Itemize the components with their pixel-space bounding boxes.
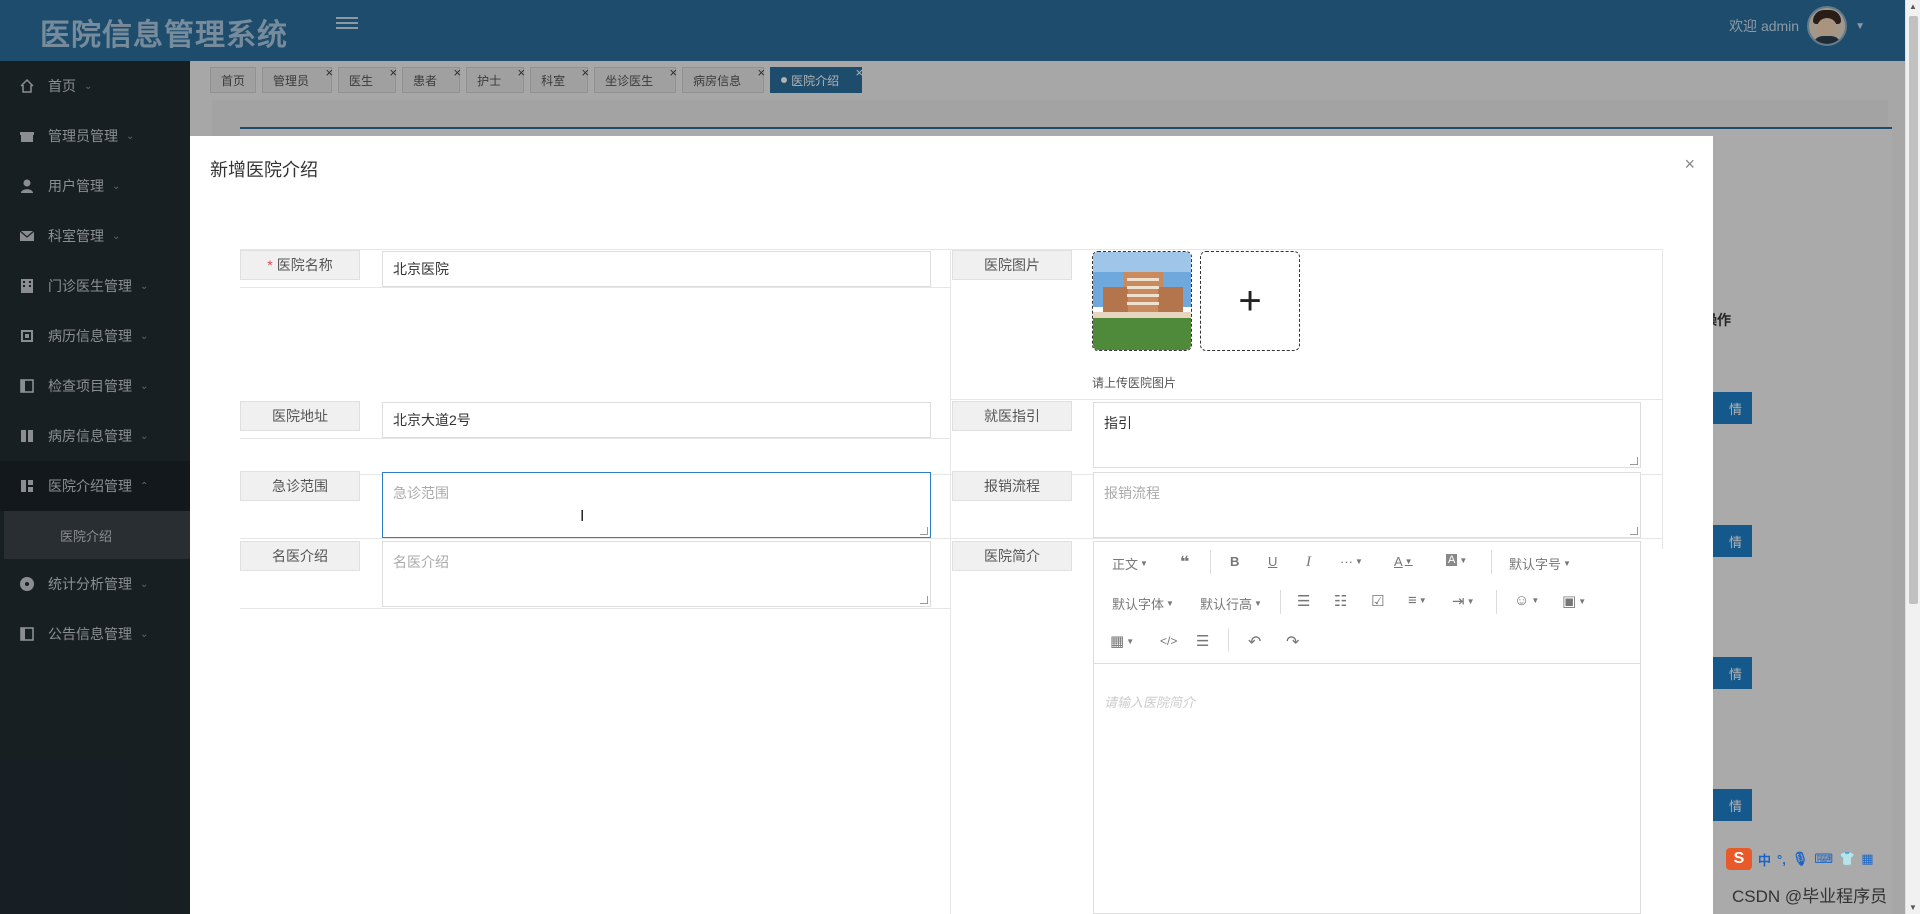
ime-chinese-mode[interactable]: 中 [1758,850,1771,869]
numbered-list-icon[interactable]: ☷ [1334,592,1347,610]
bulleted-list-icon[interactable]: ☰ [1297,592,1310,610]
close-icon[interactable]: × [1684,154,1695,175]
hospital-intro-label: 医院简介 [952,541,1072,571]
hospital-photo [1093,252,1191,350]
code-icon[interactable]: </> [1160,634,1177,648]
bold-icon[interactable]: B [1230,554,1239,569]
microphone-icon[interactable]: 🎙 [1792,851,1809,867]
hospital-name-label: * 医院名称 [240,250,360,280]
image-icon[interactable]: ▣ ▼ [1562,592,1586,610]
toolbar-divider [1496,590,1497,614]
rich-text-editor[interactable]: 正文 ▼ ❝ B U I ··· ▼ A ▼ A ▼ 默认字号 ▼ 默认字体 ▼ 默认行高 ▼… [1093,541,1641,914]
checklist-icon[interactable]: ☑ [1371,592,1384,610]
reimburse-label: 报销流程 [952,471,1072,501]
paragraph-select[interactable]: 正文 ▼ [1112,554,1148,573]
famous-doctors-label: 名医介绍 [240,541,360,571]
add-hospital-intro-dialog: 新增医院介绍 × * 医院名称 北京医院 医院图片 + 请上传医院图片 医院地址 … [190,136,1713,914]
quote-icon[interactable]: ❝ [1180,552,1189,572]
toolbar-divider [1228,628,1229,652]
doctors-placeholder: 名医介绍 [393,554,449,570]
paragraph-label: 正文 [1112,557,1139,572]
guide-label: 就医指引 [952,401,1072,431]
emoji-icon[interactable]: ☺ ▼ [1514,592,1539,609]
toolbar-divider [1210,550,1211,574]
text-cursor-icon: I [580,508,585,525]
divider-line-icon[interactable]: ☰ [1196,632,1209,650]
label-text: 医院名称 [276,257,333,273]
reimburse-textarea[interactable]: 报销流程 [1093,472,1641,538]
italic-icon[interactable]: I [1306,554,1311,571]
font-size-label: 默认字号 [1509,557,1562,572]
hospital-image-thumbnail[interactable] [1092,251,1192,351]
sogou-logo-icon: S [1726,848,1752,870]
redo-icon[interactable]: ↷ [1286,632,1299,652]
toolbar-divider [1491,550,1492,574]
csdn-watermark: CSDN @毕业程序员 [1732,887,1888,906]
keyboard-icon[interactable]: ⌨ [1814,851,1833,867]
font-family-select[interactable]: 默认字体 ▼ [1112,594,1174,613]
apps-grid-icon[interactable]: ▦ [1861,851,1873,867]
hospital-name-input[interactable]: 北京医院 [382,251,931,287]
scroll-down-icon[interactable]: ▼ [1909,903,1917,912]
punctuation-icon[interactable]: °, [1777,852,1786,867]
divider [240,608,950,609]
resize-handle-icon[interactable] [1630,527,1638,535]
editor-placeholder: 请输入医院简介 [1104,695,1196,710]
page-scrollbar[interactable]: ▲ ▼ [1905,0,1920,914]
divider [1662,249,1663,549]
font-size-select[interactable]: 默认字号 ▼ [1509,554,1571,573]
hospital-image-label: 医院图片 [952,250,1072,280]
ime-toolbar[interactable]: S 中 °, 🎙 ⌨ 👕 ▦ [1726,848,1874,870]
underline-icon[interactable]: U [1268,554,1277,569]
line-height-label: 默认行高 [1200,597,1253,612]
resize-handle-icon[interactable] [920,596,928,604]
emergency-placeholder: 急诊范围 [393,485,449,501]
guide-text: 指引 [1104,415,1132,431]
resize-handle-icon[interactable] [920,527,928,535]
scroll-up-icon[interactable]: ▲ [1909,2,1917,11]
toolbar-divider [1280,590,1281,614]
scroll-thumb[interactable] [1909,16,1918,604]
dialog-title: 新增医院介绍 [210,160,318,180]
align-icon[interactable]: ≡ ▼ [1408,592,1427,609]
more-styles-select[interactable]: ··· ▼ [1340,554,1363,569]
editor-toolbar: 正文 ▼ ❝ B U I ··· ▼ A ▼ A ▼ 默认字号 ▼ 默认字体 ▼ 默认行高 ▼… [1094,542,1640,664]
add-image-button[interactable]: + [1200,251,1300,351]
skin-icon[interactable]: 👕 [1839,851,1855,867]
hospital-address-input[interactable]: 北京大道2号 [382,402,931,438]
font-family-label: 默认字体 [1112,597,1165,612]
hospital-address-label: 医院地址 [240,401,360,431]
divider [240,287,950,288]
divider [240,538,1663,539]
reimburse-placeholder: 报销流程 [1104,485,1160,501]
divider [950,249,951,914]
divider [950,399,1662,400]
famous-doctors-textarea[interactable]: 名医介绍 [382,541,931,607]
table-icon[interactable]: ▦ ▼ [1110,632,1134,650]
emergency-label: 急诊范围 [240,471,360,501]
indent-icon[interactable]: ⇥ ▼ [1452,592,1475,610]
undo-icon[interactable]: ↶ [1248,632,1261,652]
resize-handle-icon[interactable] [1630,457,1638,465]
upload-tip: 请上传医院图片 [1092,376,1177,390]
guide-textarea[interactable]: 指引 [1093,402,1641,468]
emergency-textarea[interactable]: 急诊范围 [382,472,931,538]
font-color-icon[interactable]: A ▼ [1394,554,1413,569]
divider [240,438,950,439]
more-label: ··· [1340,554,1353,569]
background-color-icon[interactable]: A ▼ [1446,554,1467,566]
required-icon: * [267,257,273,273]
line-height-select[interactable]: 默认行高 ▼ [1200,594,1262,613]
